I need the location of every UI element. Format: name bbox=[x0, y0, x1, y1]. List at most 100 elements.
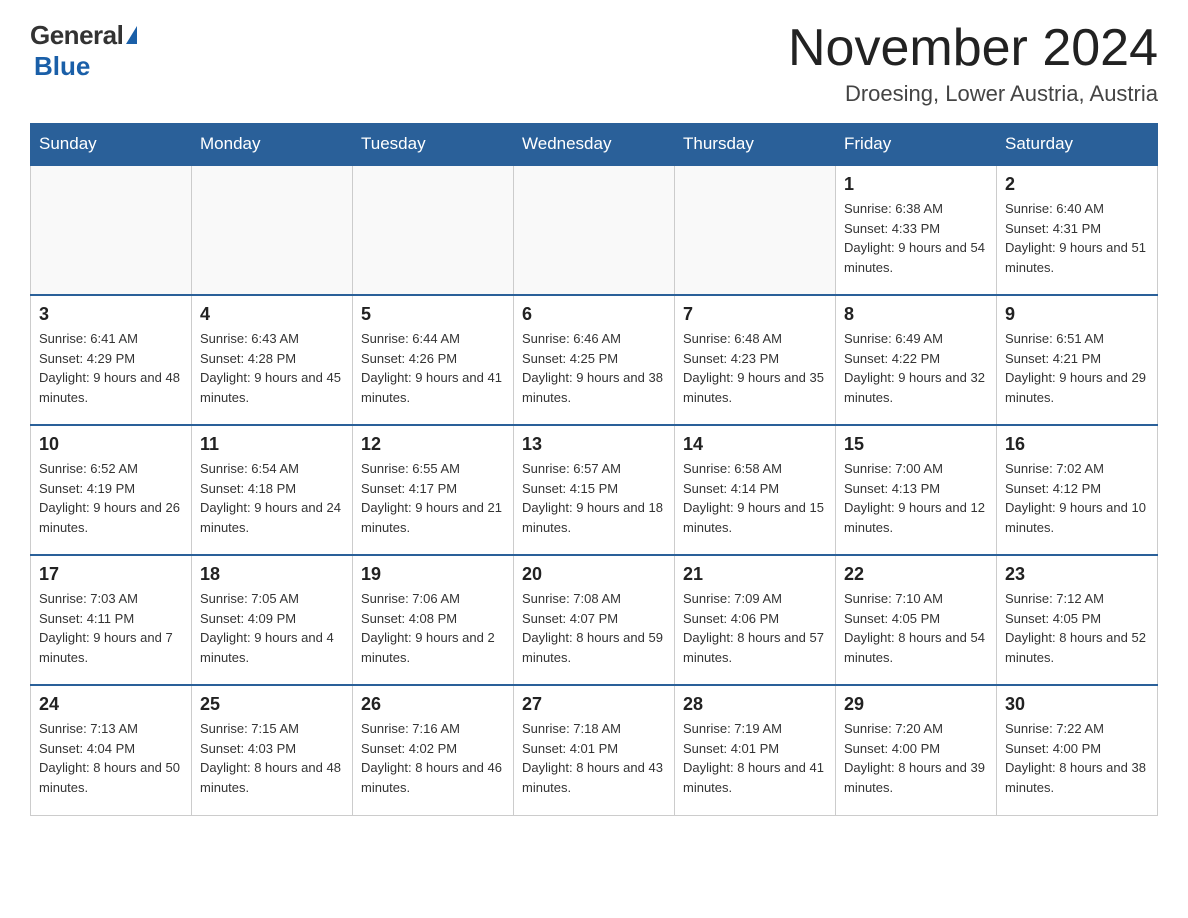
day-number: 19 bbox=[361, 564, 505, 585]
day-info: Sunrise: 7:09 AM Sunset: 4:06 PM Dayligh… bbox=[683, 589, 827, 667]
day-number: 1 bbox=[844, 174, 988, 195]
calendar-cell: 27 Sunrise: 7:18 AM Sunset: 4:01 PM Dayli… bbox=[514, 685, 675, 815]
calendar-cell: 25 Sunrise: 7:15 AM Sunset: 4:03 PM Dayli… bbox=[192, 685, 353, 815]
logo: General Blue bbox=[30, 20, 137, 82]
day-info: Sunrise: 6:52 AM Sunset: 4:19 PM Dayligh… bbox=[39, 459, 183, 537]
day-number: 7 bbox=[683, 304, 827, 325]
calendar-cell: 7 Sunrise: 6:48 AM Sunset: 4:23 PM Daylig… bbox=[675, 295, 836, 425]
day-number: 13 bbox=[522, 434, 666, 455]
location-title: Droesing, Lower Austria, Austria bbox=[788, 81, 1158, 107]
calendar-cell: 8Sunrise: 6:49 AM Sunset: 4:22 PM Daylig… bbox=[836, 295, 997, 425]
header-sunday: Sunday bbox=[31, 124, 192, 166]
day-number: 10 bbox=[39, 434, 183, 455]
header: General Blue November 2024 Droesing, Low… bbox=[30, 20, 1158, 107]
day-number: 23 bbox=[1005, 564, 1149, 585]
day-info: Sunrise: 7:05 AM Sunset: 4:09 PM Dayligh… bbox=[200, 589, 344, 667]
calendar-cell bbox=[514, 165, 675, 295]
day-info: Sunrise: 7:13 AM Sunset: 4:04 PM Dayligh… bbox=[39, 719, 183, 797]
day-number: 15 bbox=[844, 434, 988, 455]
day-info: Sunrise: 7:22 AM Sunset: 4:00 PM Dayligh… bbox=[1005, 719, 1149, 797]
week-row-2: 10 Sunrise: 6:52 AM Sunset: 4:19 PM Dayli… bbox=[31, 425, 1158, 555]
day-info: Sunrise: 6:49 AM Sunset: 4:22 PM Dayligh… bbox=[844, 329, 988, 407]
day-info: Sunrise: 7:08 AM Sunset: 4:07 PM Dayligh… bbox=[522, 589, 666, 667]
day-info: Sunrise: 6:48 AM Sunset: 4:23 PM Dayligh… bbox=[683, 329, 827, 407]
day-info: Sunrise: 7:16 AM Sunset: 4:02 PM Dayligh… bbox=[361, 719, 505, 797]
calendar-cell: 28 Sunrise: 7:19 AM Sunset: 4:01 PM Dayli… bbox=[675, 685, 836, 815]
day-info: Sunrise: 7:03 AM Sunset: 4:11 PM Dayligh… bbox=[39, 589, 183, 667]
calendar-cell bbox=[675, 165, 836, 295]
day-number: 17 bbox=[39, 564, 183, 585]
day-number: 3 bbox=[39, 304, 183, 325]
day-info: Sunrise: 7:20 AM Sunset: 4:00 PM Dayligh… bbox=[844, 719, 988, 797]
day-number: 12 bbox=[361, 434, 505, 455]
calendar-cell: 30 Sunrise: 7:22 AM Sunset: 4:00 PM Dayli… bbox=[997, 685, 1158, 815]
calendar-cell bbox=[353, 165, 514, 295]
day-number: 28 bbox=[683, 694, 827, 715]
day-number: 9 bbox=[1005, 304, 1149, 325]
calendar-cell bbox=[31, 165, 192, 295]
day-info: Sunrise: 7:18 AM Sunset: 4:01 PM Dayligh… bbox=[522, 719, 666, 797]
day-number: 21 bbox=[683, 564, 827, 585]
calendar-cell: 22Sunrise: 7:10 AM Sunset: 4:05 PM Dayli… bbox=[836, 555, 997, 685]
header-tuesday: Tuesday bbox=[353, 124, 514, 166]
day-info: Sunrise: 7:02 AM Sunset: 4:12 PM Dayligh… bbox=[1005, 459, 1149, 537]
day-number: 27 bbox=[522, 694, 666, 715]
calendar-table: SundayMondayTuesdayWednesdayThursdayFrid… bbox=[30, 123, 1158, 816]
day-number: 14 bbox=[683, 434, 827, 455]
day-number: 6 bbox=[522, 304, 666, 325]
day-info: Sunrise: 7:00 AM Sunset: 4:13 PM Dayligh… bbox=[844, 459, 988, 537]
header-saturday: Saturday bbox=[997, 124, 1158, 166]
day-info: Sunrise: 7:15 AM Sunset: 4:03 PM Dayligh… bbox=[200, 719, 344, 797]
week-row-4: 24 Sunrise: 7:13 AM Sunset: 4:04 PM Dayli… bbox=[31, 685, 1158, 815]
logo-general: General bbox=[30, 20, 123, 51]
calendar-cell: 3 Sunrise: 6:41 AM Sunset: 4:29 PM Daylig… bbox=[31, 295, 192, 425]
day-info: Sunrise: 6:44 AM Sunset: 4:26 PM Dayligh… bbox=[361, 329, 505, 407]
logo-blue: Blue bbox=[30, 51, 90, 82]
header-thursday: Thursday bbox=[675, 124, 836, 166]
calendar-cell: 29 Sunrise: 7:20 AM Sunset: 4:00 PM Dayli… bbox=[836, 685, 997, 815]
calendar-cell: 20Sunrise: 7:08 AM Sunset: 4:07 PM Dayli… bbox=[514, 555, 675, 685]
day-info: Sunrise: 6:38 AM Sunset: 4:33 PM Dayligh… bbox=[844, 199, 988, 277]
day-number: 2 bbox=[1005, 174, 1149, 195]
header-friday: Friday bbox=[836, 124, 997, 166]
day-number: 18 bbox=[200, 564, 344, 585]
day-number: 25 bbox=[200, 694, 344, 715]
day-number: 5 bbox=[361, 304, 505, 325]
day-info: Sunrise: 6:57 AM Sunset: 4:15 PM Dayligh… bbox=[522, 459, 666, 537]
day-number: 26 bbox=[361, 694, 505, 715]
day-number: 29 bbox=[844, 694, 988, 715]
day-number: 24 bbox=[39, 694, 183, 715]
calendar-cell: 4Sunrise: 6:43 AM Sunset: 4:28 PM Daylig… bbox=[192, 295, 353, 425]
logo-triangle-icon bbox=[126, 26, 137, 44]
day-number: 16 bbox=[1005, 434, 1149, 455]
calendar-header-row: SundayMondayTuesdayWednesdayThursdayFrid… bbox=[31, 124, 1158, 166]
day-number: 22 bbox=[844, 564, 988, 585]
day-info: Sunrise: 6:40 AM Sunset: 4:31 PM Dayligh… bbox=[1005, 199, 1149, 277]
day-info: Sunrise: 6:55 AM Sunset: 4:17 PM Dayligh… bbox=[361, 459, 505, 537]
week-row-3: 17 Sunrise: 7:03 AM Sunset: 4:11 PM Dayli… bbox=[31, 555, 1158, 685]
calendar-cell: 21 Sunrise: 7:09 AM Sunset: 4:06 PM Dayli… bbox=[675, 555, 836, 685]
header-wednesday: Wednesday bbox=[514, 124, 675, 166]
calendar-cell: 18 Sunrise: 7:05 AM Sunset: 4:09 PM Dayli… bbox=[192, 555, 353, 685]
day-info: Sunrise: 6:58 AM Sunset: 4:14 PM Dayligh… bbox=[683, 459, 827, 537]
day-number: 30 bbox=[1005, 694, 1149, 715]
header-monday: Monday bbox=[192, 124, 353, 166]
title-area: November 2024 Droesing, Lower Austria, A… bbox=[788, 20, 1158, 107]
day-info: Sunrise: 7:19 AM Sunset: 4:01 PM Dayligh… bbox=[683, 719, 827, 797]
day-number: 4 bbox=[200, 304, 344, 325]
calendar-cell: 11Sunrise: 6:54 AM Sunset: 4:18 PM Dayli… bbox=[192, 425, 353, 555]
day-info: Sunrise: 7:06 AM Sunset: 4:08 PM Dayligh… bbox=[361, 589, 505, 667]
calendar-cell: 23Sunrise: 7:12 AM Sunset: 4:05 PM Dayli… bbox=[997, 555, 1158, 685]
week-row-0: 1 Sunrise: 6:38 AM Sunset: 4:33 PM Daylig… bbox=[31, 165, 1158, 295]
calendar-cell: 24 Sunrise: 7:13 AM Sunset: 4:04 PM Dayli… bbox=[31, 685, 192, 815]
calendar-cell: 26 Sunrise: 7:16 AM Sunset: 4:02 PM Dayli… bbox=[353, 685, 514, 815]
day-info: Sunrise: 6:41 AM Sunset: 4:29 PM Dayligh… bbox=[39, 329, 183, 407]
calendar-cell: 13 Sunrise: 6:57 AM Sunset: 4:15 PM Dayli… bbox=[514, 425, 675, 555]
week-row-1: 3 Sunrise: 6:41 AM Sunset: 4:29 PM Daylig… bbox=[31, 295, 1158, 425]
day-info: Sunrise: 6:54 AM Sunset: 4:18 PM Dayligh… bbox=[200, 459, 344, 537]
calendar-cell: 1 Sunrise: 6:38 AM Sunset: 4:33 PM Daylig… bbox=[836, 165, 997, 295]
calendar-cell: 12 Sunrise: 6:55 AM Sunset: 4:17 PM Dayli… bbox=[353, 425, 514, 555]
calendar-cell: 16 Sunrise: 7:02 AM Sunset: 4:12 PM Dayli… bbox=[997, 425, 1158, 555]
calendar-cell: 14 Sunrise: 6:58 AM Sunset: 4:14 PM Dayli… bbox=[675, 425, 836, 555]
calendar-cell bbox=[192, 165, 353, 295]
